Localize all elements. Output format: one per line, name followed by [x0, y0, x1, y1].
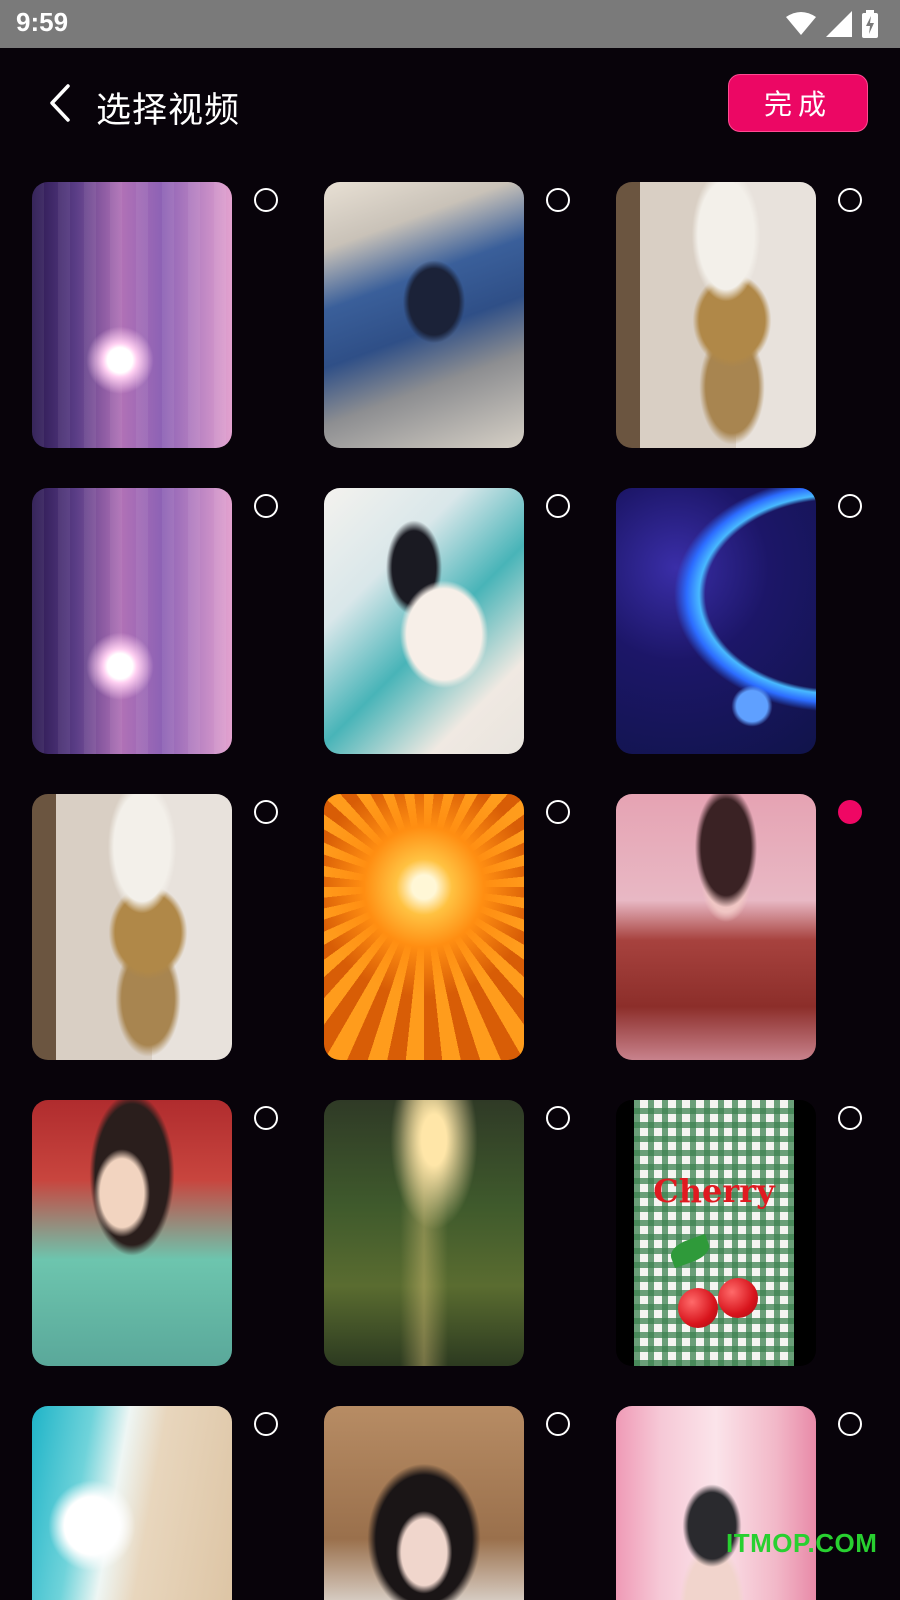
select-radio-checked[interactable]	[838, 800, 862, 824]
cherry-shape	[718, 1278, 758, 1318]
select-radio[interactable]	[838, 188, 862, 212]
status-icons	[786, 9, 878, 39]
video-thumbnail[interactable]	[32, 1100, 232, 1366]
video-item[interactable]	[324, 1406, 616, 1600]
select-radio[interactable]	[546, 1106, 570, 1130]
select-radio[interactable]	[546, 188, 570, 212]
status-bar: 9:59	[0, 0, 900, 48]
select-radio[interactable]	[838, 494, 862, 518]
video-thumbnail[interactable]	[616, 182, 816, 448]
video-item[interactable]	[32, 794, 324, 1064]
video-item[interactable]	[616, 1406, 900, 1600]
video-thumbnail[interactable]	[324, 488, 524, 754]
video-item[interactable]	[616, 182, 900, 452]
video-item[interactable]	[616, 794, 900, 1064]
select-radio[interactable]	[254, 1412, 278, 1436]
select-radio[interactable]	[254, 800, 278, 824]
select-radio[interactable]	[254, 188, 278, 212]
video-item[interactable]: Cherry	[616, 1100, 900, 1370]
video-thumbnail[interactable]	[616, 794, 816, 1060]
video-item[interactable]	[324, 794, 616, 1064]
select-radio[interactable]	[838, 1412, 862, 1436]
select-radio[interactable]	[254, 1106, 278, 1130]
video-item[interactable]	[32, 488, 324, 758]
video-item[interactable]	[32, 182, 324, 452]
video-thumbnail[interactable]	[32, 794, 232, 1060]
video-thumbnail[interactable]	[32, 1406, 232, 1600]
page-title: 选择视频	[96, 91, 241, 131]
select-radio[interactable]	[838, 1106, 862, 1130]
gingham-pattern	[634, 1100, 794, 1366]
done-button[interactable]: 完成	[728, 74, 868, 132]
status-time: 9:59	[16, 7, 69, 37]
video-thumbnail[interactable]	[32, 488, 232, 754]
back-button[interactable]	[40, 78, 80, 128]
thumbnail-caption: Cherry	[653, 1172, 775, 1210]
chevron-left-icon	[50, 84, 70, 122]
top-app-bar: 选择视频 完成	[0, 48, 900, 158]
cherry-shape	[678, 1288, 718, 1328]
battery-charging-icon	[862, 10, 878, 38]
select-radio[interactable]	[254, 494, 278, 518]
video-thumbnail[interactable]	[324, 1100, 524, 1366]
video-thumbnail[interactable]	[616, 488, 816, 754]
video-thumbnail[interactable]	[324, 182, 524, 448]
watermark: ITMOP.COM	[726, 1528, 878, 1558]
wifi-icon	[786, 12, 816, 35]
video-thumbnail[interactable]	[32, 182, 232, 448]
video-item[interactable]	[32, 1406, 324, 1600]
video-item[interactable]	[324, 182, 616, 452]
video-item[interactable]	[324, 488, 616, 758]
video-thumbnail[interactable]	[616, 1406, 816, 1600]
select-radio[interactable]	[546, 494, 570, 518]
cellular-signal-icon	[826, 11, 852, 37]
video-thumbnail[interactable]	[324, 1406, 524, 1600]
select-radio[interactable]	[546, 1412, 570, 1436]
video-item[interactable]	[324, 1100, 616, 1370]
video-item[interactable]	[616, 488, 900, 758]
select-radio[interactable]	[546, 800, 570, 824]
video-item[interactable]	[32, 1100, 324, 1370]
video-thumbnail[interactable]	[324, 794, 524, 1060]
video-thumbnail[interactable]: Cherry	[616, 1100, 816, 1366]
